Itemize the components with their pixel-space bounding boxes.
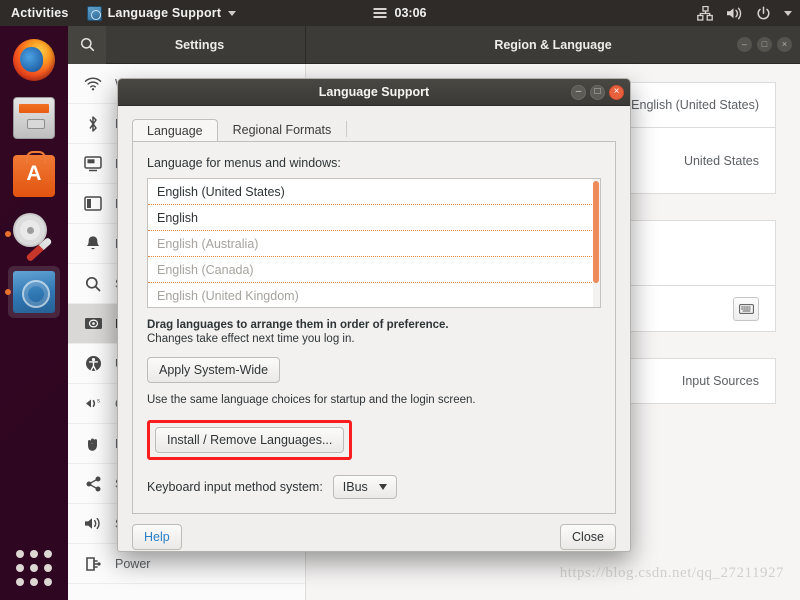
- show-applications-button[interactable]: [16, 550, 52, 586]
- install-remove-languages-button[interactable]: Install / Remove Languages...: [155, 427, 344, 453]
- language-list[interactable]: English (United States) English English …: [147, 178, 601, 308]
- tab-separator: [346, 121, 347, 137]
- dock-icon: [82, 193, 104, 215]
- minimize-button[interactable]: –: [737, 37, 752, 52]
- language-tab-panel: Language for menus and windows: English …: [132, 141, 616, 514]
- region-language-icon: [82, 313, 104, 335]
- ubuntu-software-icon: [13, 155, 55, 197]
- close-dialog-button[interactable]: Close: [560, 524, 616, 550]
- language-value: English (United States): [631, 98, 759, 112]
- maximize-button[interactable]: □: [757, 37, 772, 52]
- dialog-tabs: Language Regional Formats: [132, 116, 616, 142]
- minimize-button[interactable]: –: [571, 85, 586, 100]
- dialog-footer: Help Close: [118, 515, 630, 552]
- settings-icon: [13, 213, 55, 255]
- input-method-dropdown[interactable]: IBus: [333, 475, 397, 499]
- bluetooth-icon: [82, 113, 104, 135]
- dialog-window-controls[interactable]: – □ ×: [571, 85, 624, 100]
- privacy-icon: [82, 433, 104, 455]
- dock-item-settings[interactable]: [8, 208, 60, 260]
- formats-value: United States: [684, 154, 759, 168]
- desktop-screen: Activities Language Support 03:06: [0, 0, 800, 600]
- list-item[interactable]: English (Canada): [148, 257, 600, 283]
- online-accounts-icon: s: [82, 393, 104, 415]
- search-icon: [82, 273, 104, 295]
- list-item[interactable]: English (Australia): [148, 231, 600, 257]
- input-method-value: IBus: [343, 480, 368, 494]
- settings-window-header: Settings Region & Language – □ ×: [68, 26, 800, 64]
- dock-item-files[interactable]: [8, 92, 60, 144]
- svg-text:s: s: [97, 399, 100, 405]
- background-icon: [82, 153, 104, 175]
- settings-header-left: Settings: [68, 26, 306, 63]
- language-list-scrollbar[interactable]: [593, 179, 600, 307]
- help-button[interactable]: Help: [132, 524, 182, 550]
- settings-window-controls[interactable]: – □ ×: [737, 37, 792, 52]
- power-battery-icon: [82, 553, 104, 575]
- list-item[interactable]: English (United Kingdom): [148, 283, 600, 308]
- sharing-icon: [82, 473, 104, 495]
- panel-title: Region & Language: [306, 38, 800, 52]
- apply-system-wide-wrapper: Apply System-Wide: [147, 357, 601, 383]
- tab-regional-formats[interactable]: Regional Formats: [218, 118, 347, 142]
- ubuntu-dock: [0, 26, 68, 600]
- sound-icon: [82, 513, 104, 535]
- maximize-button[interactable]: □: [590, 85, 605, 100]
- chevron-down-icon[interactable]: [784, 11, 792, 16]
- language-support-icon: [87, 6, 102, 21]
- accessibility-icon: [82, 353, 104, 375]
- dock-item-language-support[interactable]: [8, 266, 60, 318]
- bell-icon: [82, 233, 104, 255]
- apply-hint: Use the same language choices for startu…: [147, 394, 601, 406]
- sidebar-item-label: Power: [115, 557, 150, 571]
- chevron-down-icon: [379, 484, 387, 490]
- settings-title: Settings: [106, 38, 305, 52]
- volume-icon[interactable]: [726, 6, 743, 21]
- dialog-title: Language Support: [118, 85, 630, 99]
- language-support-icon: [13, 271, 55, 313]
- close-button[interactable]: ×: [777, 37, 792, 52]
- keyboard-icon[interactable]: [733, 297, 759, 321]
- power-icon[interactable]: [756, 6, 771, 21]
- dialog-titlebar[interactable]: Language Support – □ ×: [118, 79, 630, 106]
- tab-language[interactable]: Language: [132, 119, 218, 143]
- login-hint: Changes take effect next time you log in…: [147, 333, 601, 345]
- gnome-top-bar: Activities Language Support 03:06: [0, 0, 800, 26]
- scrollbar-thumb[interactable]: [593, 181, 599, 283]
- wifi-icon: [82, 73, 104, 95]
- watermark: https://blog.csdn.net/qq_27211927: [560, 565, 784, 582]
- settings-header-right: Region & Language – □ ×: [306, 26, 800, 63]
- search-icon[interactable]: [68, 26, 106, 64]
- status-menu[interactable]: [697, 6, 792, 21]
- chevron-down-icon[interactable]: [228, 11, 236, 16]
- dock-item-firefox[interactable]: [8, 34, 60, 86]
- list-item[interactable]: English: [148, 205, 600, 231]
- list-item[interactable]: English (United States): [148, 179, 600, 205]
- dock-item-ubuntu-software[interactable]: [8, 150, 60, 202]
- activities-button[interactable]: Activities: [0, 6, 79, 20]
- dialog-body: Language Regional Formats Language for m…: [118, 106, 630, 515]
- manage-languages-value: Input Sources: [682, 374, 759, 388]
- files-icon: [13, 97, 55, 139]
- input-method-label: Keyboard input method system:: [147, 480, 323, 494]
- clock-label: 03:06: [395, 6, 427, 20]
- network-wired-icon[interactable]: [697, 6, 713, 21]
- close-button[interactable]: ×: [609, 85, 624, 100]
- language-list-label: Language for menus and windows:: [147, 156, 601, 170]
- app-menu-label[interactable]: Language Support: [108, 6, 222, 20]
- language-support-dialog: Language Support – □ × Language Regional…: [117, 78, 631, 552]
- firefox-icon: [13, 39, 55, 81]
- input-method-row: Keyboard input method system: IBus: [147, 475, 601, 499]
- drag-hint: Drag languages to arrange them in order …: [147, 319, 601, 331]
- apply-system-wide-button[interactable]: Apply System-Wide: [147, 357, 280, 383]
- clock-area[interactable]: 03:06: [374, 6, 427, 20]
- hamburger-menu-icon[interactable]: [374, 8, 387, 18]
- install-remove-highlight: Install / Remove Languages...: [147, 420, 352, 460]
